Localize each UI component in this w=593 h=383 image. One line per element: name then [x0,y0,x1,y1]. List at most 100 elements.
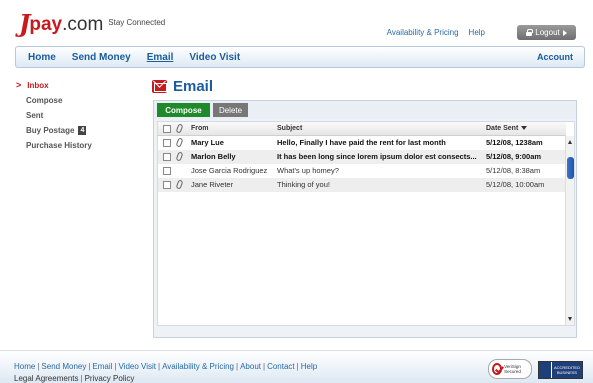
paperclip-icon [175,137,184,148]
mail-icon [152,80,167,93]
sidebar-item-label: Compose [26,96,63,105]
separator: | [296,362,299,371]
nav-email[interactable]: Email [147,52,174,63]
scroll-thumb[interactable] [567,157,574,179]
table-row[interactable]: Marlon Belly It has been long since lore… [158,150,566,164]
paperclip-icon [175,179,184,190]
compose-button[interactable]: Compose [157,103,210,117]
page-title: Email [152,78,213,95]
nav-video-visit[interactable]: Video Visit [189,52,240,63]
sidebar-item-label: Purchase History [26,141,92,150]
row-date: 5/12/08, 9:00am [486,152,542,161]
message-list: From Subject Date Sent Mary Lue Hello, F… [157,121,575,326]
sidebar-item-label: Inbox [27,81,49,90]
footer-link-privacy[interactable]: Privacy Policy [85,374,135,383]
bbb-text: ACCREDITED BUSINESS [552,362,582,378]
logout-label: Logout [535,28,560,37]
logo-pay: pay [29,14,63,35]
scroll-up-icon[interactable] [568,140,572,144]
sidebar-item-label: Buy Postage [26,126,75,135]
row-date: 5/12/08, 1238am [486,138,543,147]
table-row[interactable]: Jane Riveter Thinking of you! 5/12/08, 1… [158,178,566,192]
row-from: Jose Garcia Rodriguez [191,166,268,175]
row-checkbox[interactable] [163,139,171,147]
nav-send-money[interactable]: Send Money [72,52,131,63]
table-row[interactable]: Jose Garcia Rodriguez What's up homey? 5… [158,164,566,178]
logout-button[interactable]: Logout [517,25,576,40]
paperclip-icon [175,123,184,134]
sidebar-item-compose[interactable]: Compose [16,93,146,108]
column-header-from[interactable]: From [191,122,271,136]
sort-desc-icon [521,126,528,131]
row-date: 5/12/08, 8:38am [486,166,541,175]
select-all-checkbox[interactable] [163,125,171,133]
footer-link-contact[interactable]: Contact [267,362,295,371]
row-checkbox[interactable] [163,167,171,175]
separator: | [158,362,161,371]
message-list-scrollbar[interactable] [565,136,574,325]
row-subject[interactable]: Hello, Finally I have paid the rent for … [277,136,483,150]
sidebar-item-purchase-history[interactable]: Purchase History [16,138,146,153]
lock-icon [526,29,534,36]
column-header-date-sent[interactable]: Date Sent [486,122,564,136]
footer-link-availability[interactable]: Availability & Pricing [162,362,234,371]
sidebar: > Inbox Compose Sent Buy Postage 4 Purch… [16,78,146,153]
delete-button[interactable]: Delete [213,103,248,117]
row-from: Mary Lue [191,138,224,147]
top-links: Availability & Pricing Help [387,28,485,37]
row-subject[interactable]: Thinking of you! [277,178,483,192]
separator: | [88,362,91,371]
row-from: Marlon Belly [191,152,236,161]
footer-link-home[interactable]: Home [14,362,35,371]
sidebar-item-inbox[interactable]: > Inbox [16,78,146,93]
help-link[interactable]: Help [469,28,485,37]
table-row[interactable]: Mary Lue Hello, Finally I have paid the … [158,136,566,150]
checkmark-icon [492,363,503,375]
sidebar-item-buy-postage[interactable]: Buy Postage 4 [16,123,146,138]
column-header-date-label: Date Sent [486,125,519,132]
row-checkbox[interactable] [163,181,171,189]
page-title-text: Email [173,78,214,95]
separator: | [236,362,239,371]
header: J pay .com Stay Connected Availability &… [0,0,593,46]
arrow-right-icon [562,29,567,36]
availability-pricing-link[interactable]: Availability & Pricing [387,28,459,37]
tagline: Stay Connected [108,18,166,27]
footer-link-about[interactable]: About [240,362,261,371]
row-checkbox[interactable] [163,153,171,161]
footer-link-email[interactable]: Email [92,362,112,371]
logo-com: .com [62,14,104,35]
sidebar-item-label: Sent [26,111,44,120]
row-subject[interactable]: What's up homey? [277,164,483,178]
nav-account[interactable]: Account [537,52,573,62]
scroll-down-icon[interactable] [568,317,572,321]
sidebar-item-sent[interactable]: Sent [16,108,146,123]
footer-link-send-money[interactable]: Send Money [41,362,86,371]
separator: | [262,362,266,371]
separator: | [114,362,117,371]
row-subject[interactable]: It has been long since lorem ipsum dolor… [277,150,483,164]
bbb-seal[interactable]: ACCREDITED BUSINESS [538,361,583,379]
separator: | [80,374,83,383]
footer-link-legal[interactable]: Legal Agreements [14,374,79,383]
jpay-logo[interactable]: J pay .com Stay Connected [19,10,165,36]
bbb-logo-icon [539,362,551,378]
footer-links: Home | Send Money | Email | Video Visit | Availa… [14,362,317,371]
message-list-header: From Subject Date Sent [158,122,566,136]
separator: | [37,362,40,371]
footer-legal-links: Legal Agreements | Privacy Policy [14,374,134,383]
email-toolbar: Compose Delete [154,101,576,119]
main-nav: Home Send Money Email Video Visit Accoun… [15,46,585,68]
row-from: Jane Riveter [191,180,234,189]
footer-link-help[interactable]: Help [301,362,317,371]
verisign-text: VeriSign Secured [504,364,521,374]
nav-home[interactable]: Home [28,52,56,63]
column-header-subject[interactable]: Subject [277,122,483,136]
chevron-right-icon: > [16,80,22,90]
email-panel: Compose Delete From Subject Date Sent Ma… [153,100,577,338]
postage-count-badge: 4 [78,126,87,135]
footer-link-video-visit[interactable]: Video Visit [119,362,157,371]
row-date: 5/12/08, 10:00am [486,180,545,189]
paperclip-icon [175,151,184,162]
verisign-seal[interactable]: VeriSign Secured [488,359,532,379]
